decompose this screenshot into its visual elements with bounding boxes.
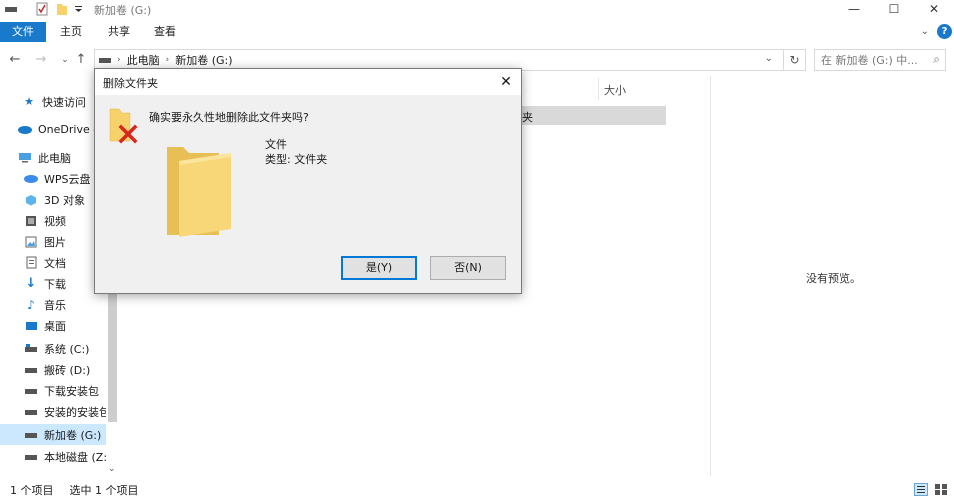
yes-button[interactable]: 是(Y)	[341, 256, 417, 280]
drive-icon-shape	[5, 7, 17, 12]
sidebar-item-pictures[interactable]: 图片	[0, 231, 106, 252]
large-icons-view-icon[interactable]	[934, 483, 948, 499]
expand-ribbon-icon[interactable]: ⌄	[921, 26, 929, 37]
cloud-icon	[18, 124, 32, 136]
sidebar-item-downloads[interactable]: ↓ 下载	[0, 273, 106, 294]
back-icon[interactable]: ←	[6, 51, 24, 69]
no-button[interactable]: 否(N)	[430, 256, 506, 280]
picture-icon	[24, 236, 38, 248]
desktop-icon	[24, 320, 38, 332]
drive-icon	[99, 54, 111, 67]
status-bar: 1 个项目 选中 1 个项目	[0, 480, 954, 500]
delete-folder-icon	[109, 107, 141, 148]
wps-cloud-icon	[24, 173, 38, 185]
tab-view[interactable]: 查看	[148, 22, 182, 42]
tab-home[interactable]: 主页	[54, 22, 88, 42]
address-dropdown-icon[interactable]: ⌄	[765, 53, 773, 64]
drive-icon	[24, 343, 38, 355]
dialog-question: 确实要永久性地删除此文件夹吗?	[149, 111, 309, 124]
close-window-button[interactable]: ✕	[914, 0, 954, 18]
computer-icon	[18, 152, 32, 164]
breadcrumb-separator-icon[interactable]: ›	[166, 55, 170, 65]
breadcrumb-current[interactable]: 新加卷 (G:)	[175, 52, 232, 68]
up-icon[interactable]: ↑	[72, 51, 90, 69]
refresh-button[interactable]: ↻	[784, 49, 806, 71]
search-placeholder: 在 新加卷 (G:) 中...	[821, 54, 918, 67]
delete-folder-dialog: 删除文件夹 ✕ 确实要永久性地删除此文件夹吗? 文件 类型: 文件夹 是(Y) …	[94, 68, 522, 294]
drive-icon	[24, 451, 38, 463]
sidebar-item-wps-cloud[interactable]: WPS云盘	[0, 168, 106, 189]
folder-preview-icon	[165, 143, 233, 240]
table-row[interactable]: 夹	[522, 106, 666, 125]
sidebar-item-this-pc[interactable]: 此电脑	[0, 147, 106, 168]
search-input[interactable]: 在 新加卷 (G:) 中... ⌕	[814, 49, 946, 71]
column-separator[interactable]	[598, 78, 599, 100]
sidebar-item-drive-d[interactable]: 搬砖 (D:)	[0, 359, 106, 380]
sidebar-item-desktop[interactable]: 桌面	[0, 315, 106, 336]
maximize-button[interactable]: ☐	[874, 0, 914, 18]
forward-icon[interactable]: →	[32, 51, 50, 69]
download-icon: ↓	[25, 276, 37, 291]
dialog-title-bar: 删除文件夹 ✕	[95, 69, 521, 95]
star-icon: ★	[24, 95, 34, 108]
sidebar-item-drive-c[interactable]: 系统 (C:)	[0, 338, 106, 359]
dialog-title: 删除文件夹	[103, 77, 158, 90]
ribbon: 文件 主页 共享 查看 ⌄ ?	[0, 22, 954, 42]
sidebar-item-documents[interactable]: 文档	[0, 252, 106, 273]
drive-icon	[24, 385, 38, 397]
drive-icon[interactable]	[4, 2, 18, 16]
scroll-down-icon[interactable]: ⌄	[108, 464, 116, 474]
preview-empty-text: 没有预览。	[806, 272, 861, 285]
dialog-item-name: 文件	[265, 138, 287, 151]
new-folder-icon[interactable]	[54, 2, 70, 16]
sidebar-item-drive-downloads[interactable]: 下载安装包	[0, 380, 106, 401]
details-view-icon[interactable]	[914, 483, 928, 499]
search-icon: ⌕	[933, 52, 940, 66]
minimize-button[interactable]: —	[834, 0, 874, 18]
sidebar-item-drive-g[interactable]: 新加卷 (G:)	[0, 424, 106, 445]
selected-count: 选中 1 个项目	[69, 484, 139, 497]
column-header-size[interactable]: 大小	[604, 82, 626, 98]
properties-icon[interactable]	[34, 2, 50, 16]
title-bar: 新加卷 (G:) — ☐ ✕	[0, 0, 954, 18]
sidebar-item-music[interactable]: ♪ 音乐	[0, 294, 106, 315]
tab-share[interactable]: 共享	[102, 22, 136, 42]
item-count: 1 个项目	[10, 484, 54, 497]
row-name-fragment: 夹	[522, 111, 533, 124]
drive-icon	[24, 429, 38, 441]
dialog-close-button[interactable]: ✕	[491, 69, 521, 95]
sidebar-item-drive-installers[interactable]: 安装的安装包	[0, 401, 106, 422]
drive-icon	[24, 364, 38, 376]
preview-pane-divider[interactable]	[710, 76, 711, 476]
breadcrumb-this-pc[interactable]: 此电脑	[127, 52, 160, 68]
sidebar-item-videos[interactable]: 视频	[0, 210, 106, 231]
window-title: 新加卷 (G:)	[94, 4, 152, 17]
tab-file[interactable]: 文件	[0, 22, 46, 42]
help-icon[interactable]: ?	[937, 24, 952, 39]
sidebar-item-3d-objects[interactable]: 3D 对象	[0, 189, 106, 210]
drive-icon	[24, 406, 38, 418]
document-icon	[24, 256, 38, 269]
sidebar-item-quick-access[interactable]: ★ 快速访问	[0, 91, 106, 112]
video-icon	[24, 215, 38, 227]
sidebar-item-drive-z[interactable]: 本地磁盘 (Z:	[0, 446, 106, 467]
breadcrumb-separator-icon[interactable]: ›	[117, 55, 121, 65]
ribbon-controls: ⌄ ?	[921, 24, 954, 39]
cube-icon	[24, 194, 38, 206]
sidebar-item-onedrive[interactable]: OneDrive -	[0, 119, 106, 140]
customize-toolbar-icon[interactable]	[72, 2, 84, 16]
music-icon: ♪	[27, 297, 35, 312]
dialog-item-type: 类型: 文件夹	[265, 153, 328, 166]
